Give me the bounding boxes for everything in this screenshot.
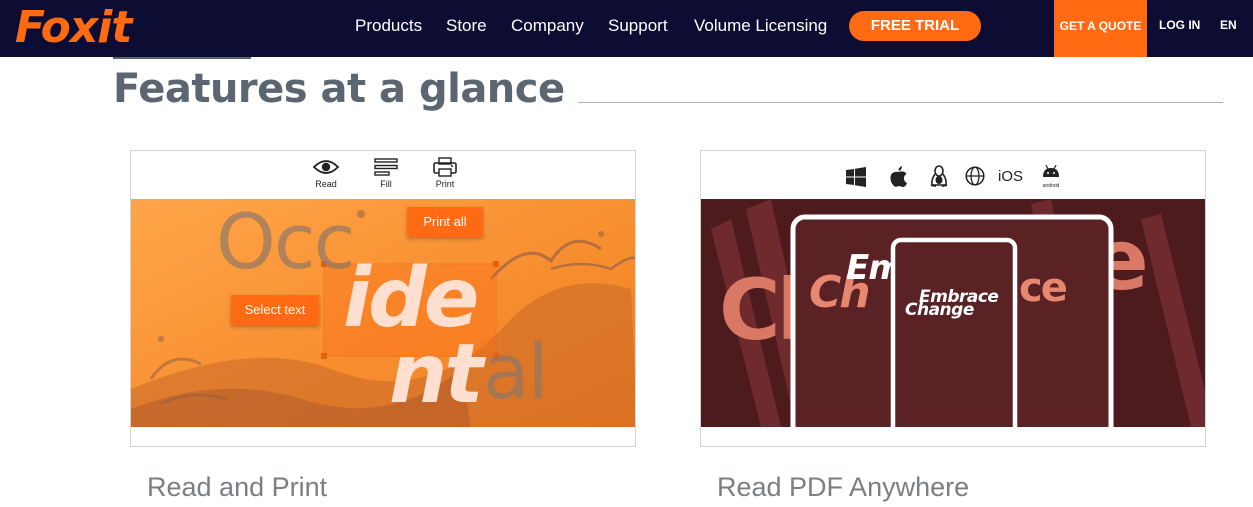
login-link[interactable]: LOG IN — [1159, 18, 1200, 32]
apple-icon — [890, 166, 907, 187]
free-trial-button[interactable]: FREE TRIAL — [849, 11, 981, 41]
language-selector[interactable]: EN — [1220, 18, 1237, 32]
android-icon: android — [1039, 164, 1063, 189]
select-text-tooltip: Select text — [231, 295, 319, 325]
top-navigation-bar: Foxit Products Store Company Support Vol… — [0, 0, 1253, 57]
tool-fill-label: Fill — [380, 179, 392, 189]
tool-print-label: Print — [435, 179, 455, 189]
linux-icon — [930, 165, 948, 187]
eye-icon — [312, 160, 340, 174]
heading-top-rule — [113, 57, 251, 59]
feature-card-read-pdf-anywhere[interactable]: iOS android Ch ce Ch Em — [700, 150, 1206, 447]
tool-read: Read — [306, 157, 346, 189]
card-caption-read-pdf-anywhere[interactable]: Read PDF Anywhere — [717, 472, 969, 503]
tool-read-label: Read — [315, 179, 337, 189]
logo-text: Foxit — [15, 2, 132, 53]
art-bold-word-bottom: nt — [389, 327, 484, 422]
art-faded-word-bottom: al — [483, 327, 549, 416]
read-anywhere-illustration: Ch ce Ch Em ce a Embrace Change — [701, 199, 1205, 427]
fill-lines-icon — [374, 158, 398, 176]
nav-products[interactable]: Products — [355, 16, 422, 36]
tool-bar: Read Fill Print — [131, 151, 635, 199]
android-robot-glyph — [1043, 164, 1059, 177]
printer-icon — [433, 157, 457, 177]
globe-icon — [965, 166, 985, 186]
android-label: android — [1042, 183, 1060, 189]
feature-card-read-and-print[interactable]: Read Fill Print Occ ide nt al Select tex… — [130, 150, 636, 447]
foxit-logo[interactable]: Foxit — [5, 2, 132, 54]
card-caption-read-and-print[interactable]: Read and Print — [147, 472, 327, 503]
get-a-quote-button[interactable]: GET A QUOTE — [1054, 0, 1147, 57]
ios-icon: iOS — [998, 168, 1024, 185]
nav-store[interactable]: Store — [446, 16, 487, 36]
nav-support[interactable]: Support — [608, 16, 668, 36]
nav-company[interactable]: Company — [511, 16, 584, 36]
platform-bar: iOS android — [701, 151, 1205, 199]
nav-volume-licensing[interactable]: Volume Licensing — [694, 16, 827, 36]
tool-fill: Fill — [366, 157, 406, 189]
heading-divider — [578, 102, 1223, 103]
art-faded-word-top: Occ — [216, 199, 355, 286]
art-text-change: Change — [905, 300, 974, 320]
section-title: Features at a glance — [113, 66, 565, 112]
read-and-print-illustration: Occ ide nt al Select text Print all — [131, 199, 635, 427]
tool-print: Print — [425, 157, 465, 189]
windows-icon — [846, 167, 866, 187]
svg-text:ce: ce — [1019, 265, 1067, 311]
print-all-tooltip: Print all — [407, 207, 483, 237]
